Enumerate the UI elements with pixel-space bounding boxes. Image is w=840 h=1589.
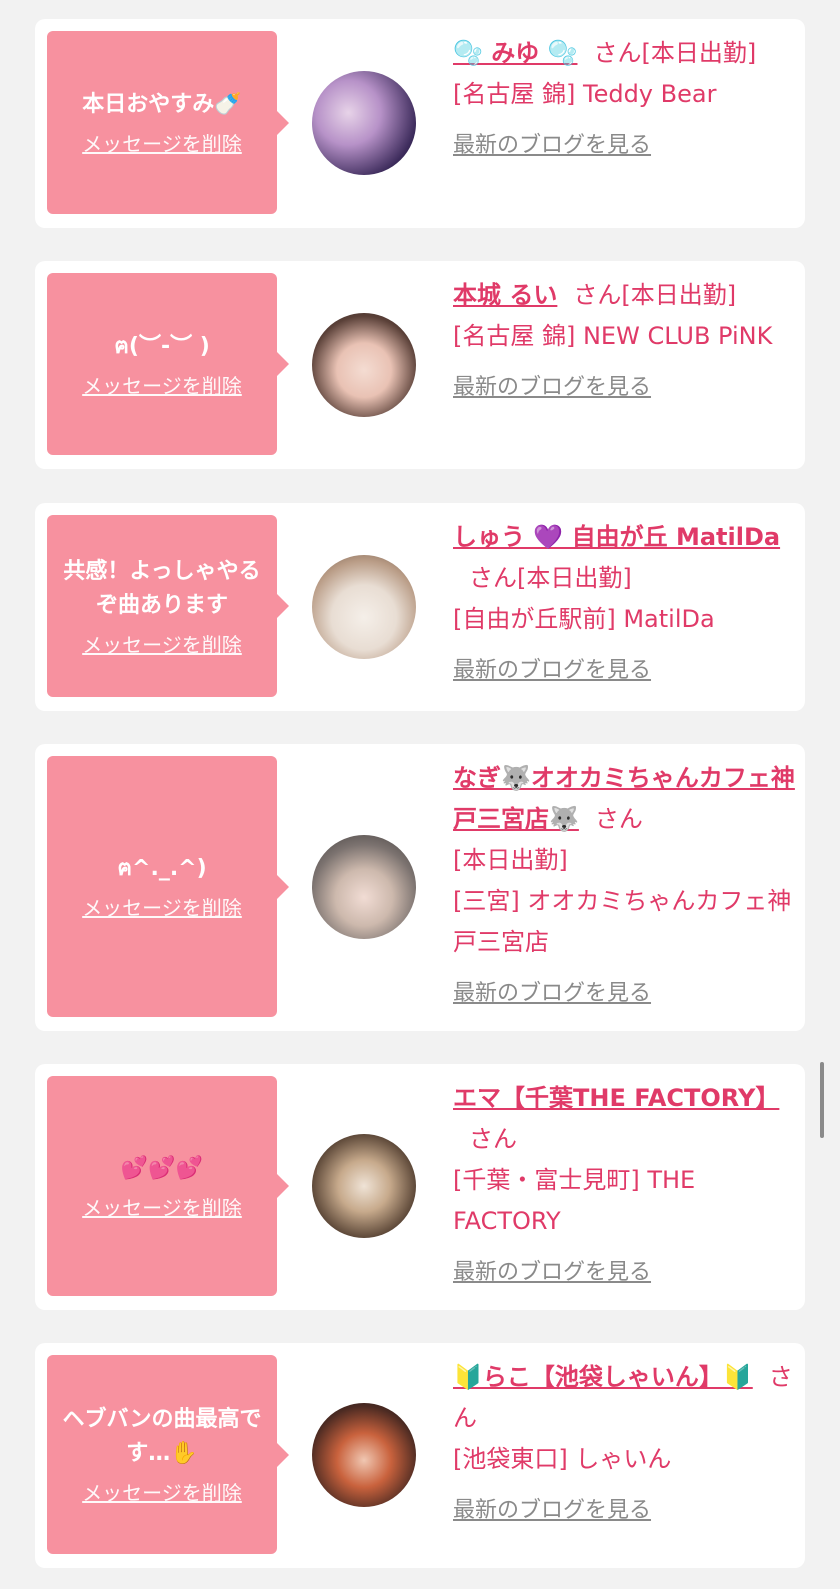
message-card: 本日おやすみ🍼 メッセージを削除 🫧 みゆ 🫧 さん[本日出勤] [名古屋 錦] … [35, 19, 805, 228]
honorific: さん [593, 39, 642, 67]
avatar[interactable] [312, 313, 416, 417]
shop-text: [池袋東口] しゃいん [453, 1445, 672, 1473]
latest-blog-link[interactable]: 最新のブログを見る [453, 1490, 798, 1531]
cast-name-link[interactable]: 🔰らこ【池袋しゃいん】🔰 [453, 1363, 753, 1391]
avatar[interactable] [312, 555, 416, 659]
status-text: [本日出勤] [517, 564, 632, 592]
delete-message-link[interactable]: メッセージを削除 [82, 370, 242, 399]
status-text: [本日出勤] [621, 281, 737, 309]
message-card: ฅ^._.^) メッセージを削除 なぎ🐺オオカミちゃんカフェ神戸三宮店🐺 さん [… [35, 744, 805, 1031]
delete-message-link[interactable]: メッセージを削除 [82, 128, 242, 157]
delete-message-link[interactable]: メッセージを削除 [82, 629, 242, 658]
cast-name-link[interactable]: しゅう 💜 自由が丘 MatilDa [453, 523, 780, 551]
message-bubble: 本日おやすみ🍼 メッセージを削除 [47, 31, 289, 214]
shop-text: [名古屋 錦] NEW CLUB PiNK [453, 322, 773, 350]
message-bubble: ฅ^._.^) メッセージを削除 [47, 756, 289, 1017]
cast-info: 🔰らこ【池袋しゃいん】🔰 さん [池袋東口] しゃいん 最新のブログを見る [453, 1357, 798, 1531]
avatar[interactable] [312, 835, 416, 939]
message-card: ฅ(︶-︶ ) メッセージを削除 本城 るい さん[本日出勤] [名古屋 錦] N… [35, 261, 805, 469]
message-bubble: ヘブバンの曲最高です…✋ メッセージを削除 [47, 1355, 289, 1554]
message-text: ฅ^._.^) [117, 856, 207, 881]
honorific: さん [469, 564, 517, 592]
cast-info: 本城 るい さん[本日出勤] [名古屋 錦] NEW CLUB PiNK 最新のブ… [453, 275, 798, 408]
cast-info: 🫧 みゆ 🫧 さん[本日出勤] [名古屋 錦] Teddy Bear 最新のブログ… [453, 33, 798, 166]
message-card: 💕💕💕 メッセージを削除 エマ【千葉THE FACTORY】さん [千葉・富士見… [35, 1064, 805, 1310]
cast-name-link[interactable]: エマ【千葉THE FACTORY】 [453, 1084, 779, 1112]
cast-info: エマ【千葉THE FACTORY】さん [千葉・富士見町] THE FACTOR… [453, 1078, 798, 1293]
latest-blog-link[interactable]: 最新のブログを見る [453, 367, 798, 408]
message-bubble: 💕💕💕 メッセージを削除 [47, 1076, 289, 1296]
delete-message-link[interactable]: メッセージを削除 [82, 1477, 242, 1506]
latest-blog-link[interactable]: 最新のブログを見る [453, 650, 798, 691]
cast-name-link[interactable]: 本城 るい [453, 281, 557, 309]
message-text: ヘブバンの曲最高です…✋ [62, 1407, 262, 1466]
shop-text: [千葉・富士見町] THE FACTORY [453, 1166, 696, 1235]
latest-blog-link[interactable]: 最新のブログを見る [453, 125, 798, 166]
cast-info: なぎ🐺オオカミちゃんカフェ神戸三宮店🐺 さん [本日出勤] [三宮] オオカミちゃ… [453, 758, 798, 1014]
avatar[interactable] [312, 1403, 416, 1507]
cast-name-link[interactable]: 🫧 みゆ 🫧 [453, 39, 577, 67]
message-card: ヘブバンの曲最高です…✋ メッセージを削除 🔰らこ【池袋しゃいん】🔰 さん [池袋… [35, 1343, 805, 1568]
delete-message-link[interactable]: メッセージを削除 [82, 892, 242, 921]
message-text: ฅ(︶-︶ ) [114, 333, 210, 359]
message-bubble: 共感！よっしゃやるぞ曲あります メッセージを削除 [47, 515, 289, 697]
message-bubble: ฅ(︶-︶ ) メッセージを削除 [47, 273, 289, 455]
shop-text: [自由が丘駅前] MatilDa [453, 605, 715, 633]
status-text: [本日出勤] [453, 846, 568, 874]
honorific: さん [469, 1125, 517, 1153]
latest-blog-link[interactable]: 最新のブログを見る [453, 973, 798, 1014]
status-text: [本日出勤] [641, 39, 757, 67]
honorific: さん [573, 281, 622, 309]
message-text: 💕💕💕 [120, 1155, 204, 1181]
cast-info: しゅう 💜 自由が丘 MatilDa さん[本日出勤] [自由が丘駅前] Mati… [453, 517, 798, 691]
message-text: 共感！よっしゃやるぞ曲あります [63, 558, 261, 618]
shop-text: [三宮] オオカミちゃんカフェ神戸三宮店 [453, 887, 792, 956]
latest-blog-link[interactable]: 最新のブログを見る [453, 1252, 798, 1293]
avatar[interactable] [312, 71, 416, 175]
delete-message-link[interactable]: メッセージを削除 [82, 1192, 242, 1221]
shop-text: [名古屋 錦] Teddy Bear [453, 80, 717, 108]
message-text: 本日おやすみ🍼 [82, 92, 242, 117]
avatar[interactable] [312, 1134, 416, 1238]
honorific: さん [594, 805, 643, 833]
message-card: 共感！よっしゃやるぞ曲あります メッセージを削除 しゅう 💜 自由が丘 Mati… [35, 503, 805, 711]
scrollbar[interactable] [820, 1062, 824, 1138]
